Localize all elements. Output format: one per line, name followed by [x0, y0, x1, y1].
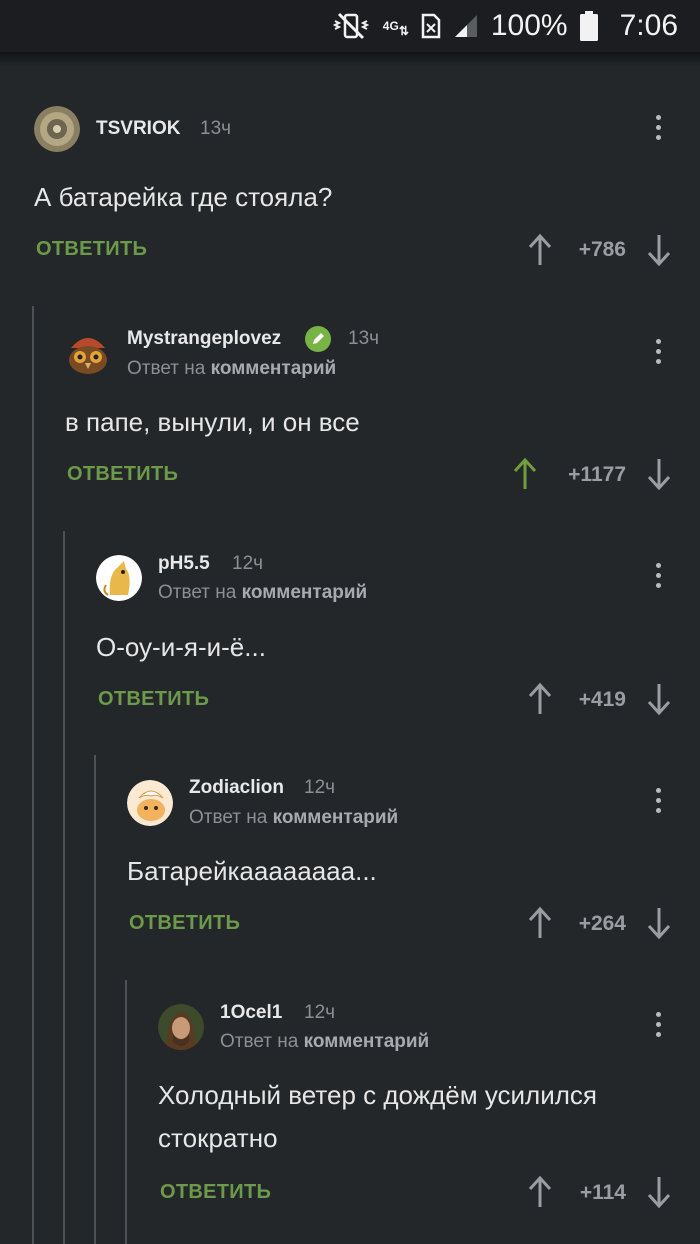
comment-time: 13ч — [200, 118, 232, 139]
more-options-icon[interactable] — [653, 1012, 663, 1042]
thread-line — [63, 531, 65, 1244]
reply-to-label: Ответ на комментарий — [189, 807, 399, 828]
toolbar-shadow — [0, 52, 700, 66]
author-name[interactable]: 1Ocel1 — [220, 1002, 282, 1024]
more-options-icon[interactable] — [653, 339, 663, 369]
thread-line — [125, 980, 127, 1244]
network-type-icon: 4G ⇅ — [382, 18, 409, 38]
battery-icon — [579, 11, 598, 41]
downvote-icon[interactable] — [646, 457, 672, 491]
avatar[interactable] — [34, 106, 80, 152]
pencil-icon — [313, 333, 324, 344]
reply-to-link[interactable]: комментарий — [242, 582, 368, 603]
avatar[interactable] — [127, 780, 173, 826]
more-options-icon[interactable] — [653, 788, 663, 818]
sim-card-icon — [421, 13, 441, 39]
author-name[interactable]: Mystrangeplovez — [127, 328, 281, 350]
status-bar: 4G ⇅ 100% 7:06 — [0, 0, 700, 52]
thread-line — [32, 306, 34, 1244]
rating: +1177 — [568, 463, 626, 486]
verified-badge — [305, 326, 331, 352]
reply-to-link[interactable]: комментарий — [211, 358, 337, 379]
clock: 7:06 — [619, 9, 678, 42]
avatar[interactable] — [96, 555, 142, 601]
comment-time: 12ч — [304, 777, 336, 798]
rating: +786 — [578, 238, 626, 261]
reply-to-label: Ответ на комментарий — [158, 582, 368, 603]
author-name[interactable]: Zodiaclion — [189, 777, 284, 799]
reply-button[interactable]: ОТВЕТИТЬ — [129, 912, 240, 935]
reply-to-label: Ответ на комментарий — [127, 358, 337, 379]
more-options-icon[interactable] — [653, 563, 663, 593]
author-name[interactable]: pH5.5 — [158, 553, 210, 575]
downvote-icon[interactable] — [646, 233, 672, 267]
comment-time: 13ч — [348, 328, 380, 349]
signal-icon — [453, 13, 479, 39]
rating: +114 — [579, 1181, 626, 1204]
comment-text: О-оу-и-я-и-ё... — [96, 632, 266, 662]
thread-line — [94, 755, 96, 1244]
reply-to-link[interactable]: комментарий — [273, 807, 399, 828]
rating: +419 — [578, 688, 626, 711]
reply-button[interactable]: ОТВЕТИТЬ — [36, 238, 147, 261]
rating: +264 — [578, 912, 626, 935]
downvote-icon[interactable] — [646, 906, 672, 940]
comment-text: в папе, вынули, и он все — [65, 407, 360, 437]
vibrate-mute-icon — [331, 12, 371, 40]
avatar[interactable] — [65, 330, 111, 376]
author-name[interactable]: TSVRIOK — [96, 118, 180, 140]
more-options-icon[interactable] — [653, 115, 663, 145]
reply-button[interactable]: ОТВЕТИТЬ — [98, 688, 209, 711]
comment-text: А батарейка где стояла? — [34, 182, 333, 212]
comment-time: 12ч — [304, 1002, 336, 1023]
comment-text: Батарейкаааааааа... — [127, 856, 377, 886]
comment-time: 12ч — [232, 553, 264, 574]
reply-button[interactable]: ОТВЕТИТЬ — [160, 1181, 271, 1204]
battery-percent: 100% — [490, 9, 568, 42]
reply-to-label: Ответ на комментарий — [220, 1031, 430, 1052]
reply-button[interactable]: ОТВЕТИТЬ — [67, 463, 178, 486]
downvote-icon[interactable] — [646, 1175, 672, 1209]
comment-text: Холодный ветер с дождём усилился стократ… — [158, 1080, 597, 1153]
reply-to-link[interactable]: комментарий — [304, 1031, 430, 1052]
downvote-icon[interactable] — [646, 682, 672, 716]
upvote-icon[interactable] — [512, 457, 538, 491]
avatar[interactable] — [158, 1004, 204, 1050]
